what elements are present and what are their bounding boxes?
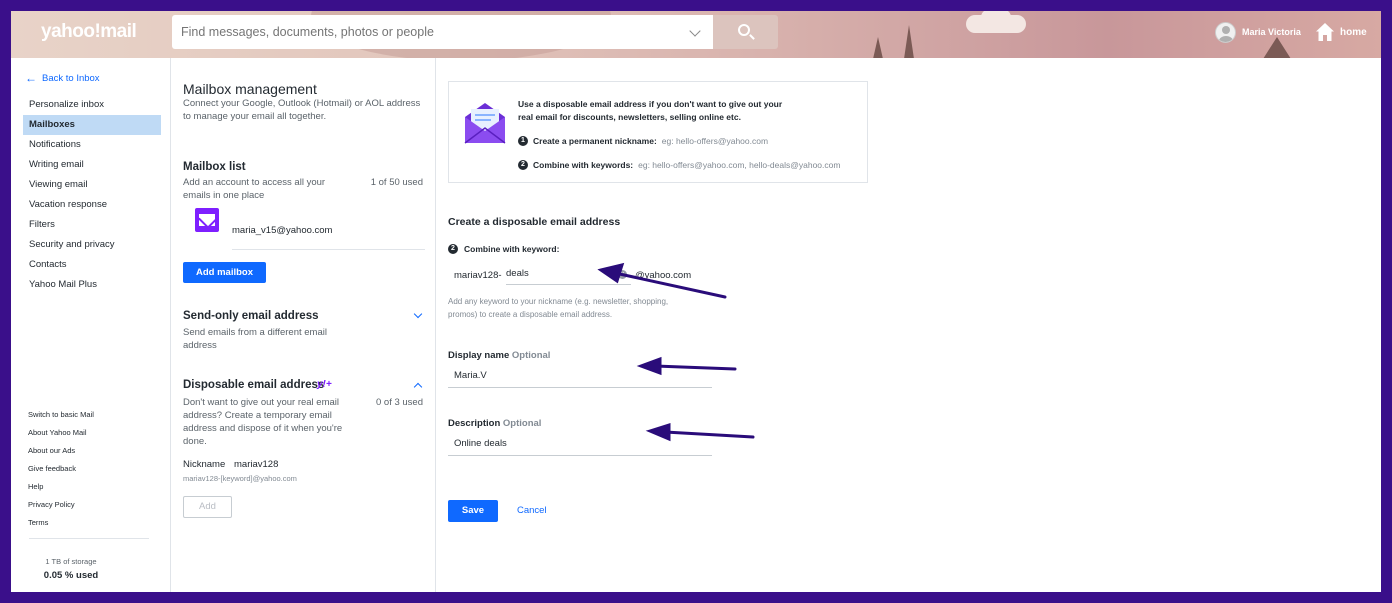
divider [29,538,149,539]
disposable-title[interactable]: Disposable email address [183,379,324,391]
combine-keyword-label: Combine with keyword: [464,244,560,254]
settings-sidebar: ← Back to Inbox Personalize inbox Mailbo… [11,58,171,592]
step-1-example: eg: hello-offers@yahoo.com [661,136,769,146]
avatar[interactable] [1215,22,1236,43]
footer-link-feedback[interactable]: Give feedback [28,460,94,478]
storage-capacity: 1 TB of storage [45,557,97,566]
description-input[interactable] [448,432,712,456]
yahoo-plus-badge: y!+ [317,379,332,390]
step-1-badge: 1 [518,136,528,146]
send-only-desc: Send emails from a different email addre… [183,327,327,351]
step-1-label: Create a permanent nickname: [533,136,657,146]
home-link[interactable]: home [1340,27,1367,38]
footer-link-privacy[interactable]: Privacy Policy [28,496,94,514]
footer-link-terms[interactable]: Terms [28,514,94,532]
sidebar-item-filters[interactable]: Filters [23,215,161,235]
footer-links: Switch to basic Mail About Yahoo Mail Ab… [28,406,94,532]
keyword-input[interactable] [506,263,631,285]
back-label: Back to Inbox [42,72,100,84]
page-subtitle: Connect your Google, Outlook (Hotmail) o… [183,98,421,122]
footer-link-about-ads[interactable]: About our Ads [28,442,94,460]
step-2-badge: 2 [448,244,458,254]
header-bar: yahoo!mail Find messages, documents, pho… [11,11,1381,58]
tree-decoration [1263,37,1291,58]
add-disposable-button[interactable]: Add [183,496,232,518]
search-button[interactable] [713,15,778,49]
app-window: yahoo!mail Find messages, documents, pho… [11,11,1381,592]
back-to-inbox-link[interactable]: ← Back to Inbox [25,71,100,85]
footer-link-about-yahoo-mail[interactable]: About Yahoo Mail [28,424,94,442]
optional-tag: Optional [511,350,551,361]
sidebar-item-writing-email[interactable]: Writing email [23,155,161,175]
disposable-info-card: Use a disposable email address if you do… [448,81,868,183]
sidebar-item-yahoo-mail-plus[interactable]: Yahoo Mail Plus [23,275,161,295]
info-step-1: 1 Create a permanent nickname: eg: hello… [518,136,768,146]
mailbox-list-desc: Add an account to access all your emails… [183,177,326,201]
user-name[interactable]: Maria Victoria [1242,27,1302,37]
mailbox-list-title: Mailbox list [183,161,246,173]
save-button[interactable]: Save [448,500,498,522]
sidebar-item-mailboxes[interactable]: Mailboxes [23,115,161,135]
nickname-pattern: mariav128-[keyword]@yahoo.com [183,474,297,483]
settings-menu: Personalize inbox Mailboxes Notification… [23,95,161,295]
step-2-label: Combine with keywords: [533,160,634,170]
chevron-up-icon[interactable] [413,382,423,392]
footer-link-basic-mail[interactable]: Switch to basic Mail [28,406,94,424]
mailbox-account-email[interactable]: maria_v15@yahoo.com [232,225,332,236]
arrow-left-icon: ← [25,71,37,85]
mailbox-count: 1 of 50 used [370,177,423,188]
optional-tag: Optional [502,418,542,429]
display-name-label: Display name Optional [448,350,550,361]
send-only-title[interactable]: Send-only email address [183,310,319,322]
page-title: Mailbox management [183,81,317,97]
clear-icon[interactable]: × [618,270,627,279]
info-step-2: 2 Combine with keywords: eg: hello-offer… [518,160,840,170]
disposable-email-form-panel: Use a disposable email address if you do… [437,58,1381,592]
sidebar-item-contacts[interactable]: Contacts [23,255,161,275]
sidebar-item-vacation-response[interactable]: Vacation response [23,195,161,215]
mailbox-management-panel: Mailbox management Connect your Google, … [172,58,436,592]
envelope-icon [464,103,506,144]
keyword-hint: Add any keyword to your nickname (e.g. n… [448,297,669,319]
yahoo-mail-logo[interactable]: yahoo!mail [41,21,137,43]
description-label-text: Description [448,418,501,429]
display-name-label-text: Display name [448,350,510,361]
chevron-down-icon[interactable] [413,309,423,319]
sidebar-item-viewing-email[interactable]: Viewing email [23,175,161,195]
storage-used: 0.05 % used [43,570,99,581]
step-2-example: eg: hello-offers@yahoo.com, hello-deals@… [638,160,841,170]
email-domain: @yahoo.com [635,270,692,281]
description-label: Description Optional [448,418,541,429]
info-title: Use a disposable email address if you do… [518,99,783,122]
sidebar-item-personalize-inbox[interactable]: Personalize inbox [23,95,161,115]
search-placeholder: Find messages, documents, photos or peop… [181,25,434,39]
chevron-down-icon[interactable] [689,25,701,37]
tree-decoration [904,25,914,58]
nickname-label: Nickname [183,459,226,470]
step-2-badge: 2 [518,160,528,170]
add-mailbox-button[interactable]: Add mailbox [183,262,266,283]
display-name-input[interactable] [448,364,712,388]
footer-link-help[interactable]: Help [28,478,94,496]
nickname-value: mariav128 [234,459,279,470]
mail-account-icon [195,208,219,232]
cancel-button[interactable]: Cancel [517,505,547,516]
sidebar-item-notifications[interactable]: Notifications [23,135,161,155]
sidebar-item-security-privacy[interactable]: Security and privacy [23,235,161,255]
disposable-count: 0 of 3 used [375,397,423,408]
nickname-prefix: mariav128- [454,270,502,281]
home-icon[interactable] [1315,22,1335,42]
search-input[interactable]: Find messages, documents, photos or peop… [172,15,713,49]
divider [232,249,425,250]
tree-decoration [873,37,883,58]
search-icon [738,24,750,36]
form-section-title: Create a disposable email address [448,216,621,228]
combine-keyword-heading: 2 Combine with keyword: [448,244,559,254]
disposable-desc: Don't want to give out your real email a… [183,397,343,447]
